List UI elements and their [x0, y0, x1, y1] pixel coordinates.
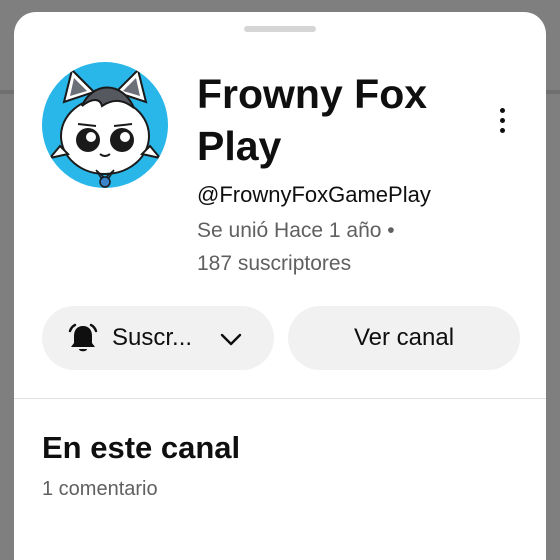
more-options-button[interactable]: [484, 100, 520, 140]
section-divider: [14, 398, 546, 399]
view-channel-button[interactable]: Ver canal: [288, 306, 520, 370]
channel-handle: @FrownyFoxGamePlay: [197, 182, 431, 207]
bell-icon: [68, 323, 98, 352]
channel-name: Frowny Fox Play: [197, 71, 428, 169]
chevron-down-icon: [220, 333, 242, 346]
more-vertical-icon-dot: [499, 127, 505, 133]
subscriber-count: 187 suscriptores: [197, 252, 352, 275]
channel-bottom-sheet: Frowny Fox Play @FrownyFoxGamePlay Se un…: [14, 12, 546, 560]
channel-avatar[interactable]: [42, 62, 168, 188]
subscribe-button[interactable]: Suscr...: [42, 306, 274, 370]
view-channel-label: Ver canal: [353, 324, 455, 351]
channel-joined-date: Se unió Hace 1 año •: [197, 219, 395, 242]
more-vertical-icon: [499, 107, 505, 113]
sheet-drag-handle[interactable]: [244, 26, 316, 32]
more-vertical-icon-dot: [499, 117, 505, 123]
fox-avatar-image: [47, 68, 163, 188]
subscribe-label: Suscr...: [112, 324, 193, 351]
section-title: En este canal: [42, 430, 241, 465]
comment-count: 1 comentario: [42, 478, 158, 500]
